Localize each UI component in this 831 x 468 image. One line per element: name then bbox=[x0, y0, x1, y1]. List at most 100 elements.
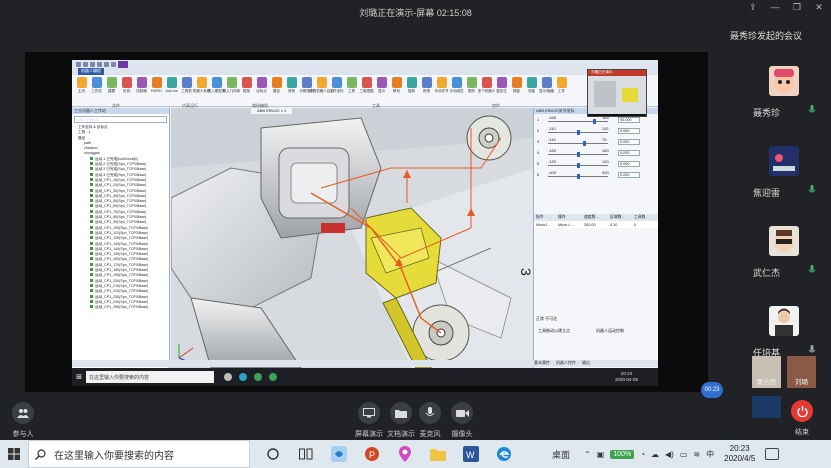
wifi-icon[interactable]: ≋ bbox=[693, 450, 700, 459]
ribbon-button[interactable]: 工件 bbox=[555, 77, 568, 94]
ribbon-button[interactable]: 图形 bbox=[465, 77, 478, 94]
app-icon[interactable] bbox=[254, 373, 262, 381]
volume-icon[interactable]: ◀) bbox=[665, 450, 674, 459]
maximize-icon[interactable]: ❐ bbox=[791, 2, 803, 13]
ribbon-button[interactable]: 路径 bbox=[270, 77, 283, 94]
share-document-button[interactable]: 文档演示 bbox=[387, 402, 415, 439]
qat-icon[interactable] bbox=[97, 61, 102, 67]
ribbon-button[interactable]: 查看机器人目标 bbox=[309, 77, 334, 94]
ribbon-button[interactable]: 重定位 bbox=[495, 77, 508, 94]
windows-start-icon[interactable] bbox=[0, 448, 28, 460]
ribbon-button[interactable]: 工作站 bbox=[90, 77, 103, 94]
3d-viewport[interactable]: 3 ABB IRB120 × 1 bbox=[171, 108, 533, 368]
joint-slider-handle[interactable] bbox=[592, 119, 596, 124]
joint-slider-handle[interactable] bbox=[576, 152, 580, 157]
ribbon-button[interactable]: 控制器 bbox=[135, 77, 148, 94]
ribbon-button[interactable]: 手动关节 bbox=[435, 77, 449, 94]
viewport-tab[interactable]: ABB IRB120 × 1 bbox=[251, 108, 293, 114]
ribbon-button[interactable]: 工具 bbox=[345, 77, 358, 94]
option-motion-control[interactable]: 机器人运动控制 bbox=[596, 328, 624, 334]
joint-value-input[interactable]: 0.000 bbox=[618, 172, 640, 178]
ribbon-button[interactable]: RAPID bbox=[150, 77, 163, 93]
word-icon[interactable]: W bbox=[462, 446, 479, 463]
joint-slider-track[interactable] bbox=[548, 143, 608, 144]
qat-icon[interactable] bbox=[111, 61, 116, 67]
chevron-up-icon[interactable]: ⌃ bbox=[584, 450, 591, 459]
app-icon[interactable] bbox=[269, 373, 277, 381]
share-screen-button[interactable]: 屏幕演示 bbox=[355, 402, 383, 439]
ribbon-button[interactable]: 仿真 bbox=[120, 77, 133, 94]
ribbon-button[interactable]: 手动线性 bbox=[450, 77, 464, 94]
joint-slider-handle[interactable] bbox=[576, 174, 580, 179]
ribbon-button[interactable]: 工件坐标 bbox=[330, 77, 344, 94]
battery-indicator[interactable]: 100% bbox=[610, 449, 635, 459]
minimize-icon[interactable]: — bbox=[769, 2, 781, 13]
powerpoint-icon[interactable]: P bbox=[363, 446, 380, 463]
inner-start-icon[interactable]: ⊞ bbox=[72, 373, 86, 381]
redo-icon[interactable] bbox=[90, 61, 95, 67]
ribbon-button[interactable]: 其他 bbox=[285, 77, 298, 94]
cloud-icon[interactable]: ☁ bbox=[651, 450, 659, 459]
bottom-tab[interactable]: 输出 bbox=[582, 360, 590, 367]
ribbon-button[interactable]: 目标点 bbox=[255, 77, 268, 94]
participant-card[interactable]: 聂秀珍 bbox=[730, 56, 831, 136]
ime-indicator[interactable]: 中 bbox=[706, 449, 714, 460]
camera-button[interactable]: 摄像头 bbox=[451, 402, 473, 439]
ribbon-button[interactable]: 测量 bbox=[525, 77, 538, 94]
joint-value-input[interactable]: 0.000 bbox=[618, 128, 640, 134]
tab-robot-programming[interactable]: 机器人编程 bbox=[78, 68, 104, 75]
joint-slider-handle[interactable] bbox=[576, 130, 580, 135]
edge-icon[interactable] bbox=[495, 446, 512, 463]
mini-participant[interactable] bbox=[752, 396, 781, 418]
microphone-button[interactable]: 麦克风 bbox=[419, 402, 441, 439]
bottom-tab[interactable]: 机器人控件 bbox=[556, 360, 576, 367]
meeting-app-icon[interactable] bbox=[330, 446, 347, 463]
joint-slider-handle[interactable] bbox=[583, 141, 587, 146]
joint-slider-handle[interactable] bbox=[576, 163, 580, 168]
task-view-icon[interactable] bbox=[224, 373, 232, 381]
bottom-tab[interactable]: 基本属性 bbox=[534, 360, 550, 367]
mini-participant[interactable]: 刘璐 bbox=[787, 356, 816, 388]
notification-icon[interactable] bbox=[765, 448, 780, 460]
chat-icon[interactable]: ▭ bbox=[680, 450, 688, 459]
mini-participant[interactable]: 蒙合茜 bbox=[752, 356, 781, 388]
joint-slider-track[interactable] bbox=[548, 121, 608, 122]
participant-card[interactable]: 武仁杰 bbox=[730, 216, 831, 296]
qat-icon[interactable] bbox=[104, 61, 109, 67]
close-icon[interactable]: ✕ bbox=[813, 2, 825, 13]
instruction-table-row[interactable]: MoveJ... Move-L... 200.00 0.10 0 bbox=[534, 221, 658, 228]
ribbon-button[interactable]: 显示/隐藏 bbox=[539, 77, 554, 94]
maps-icon[interactable] bbox=[396, 446, 413, 463]
option-drag-tool[interactable]: 工具拖动以建立点 bbox=[538, 328, 570, 334]
network-icon[interactable]: ◔ bbox=[640, 450, 645, 459]
joint-value-input[interactable]: 0.000 bbox=[618, 150, 640, 156]
task-view-icon[interactable] bbox=[297, 446, 314, 463]
undo-icon[interactable] bbox=[83, 61, 88, 67]
participants-button[interactable]: 参与人 bbox=[12, 402, 34, 439]
ribbon-button[interactable]: 多个机器人 bbox=[478, 77, 495, 94]
ribbon-button[interactable]: 导入模型库 bbox=[208, 77, 225, 94]
joint-value-input[interactable]: 0.000 bbox=[618, 161, 640, 167]
ribbon-button[interactable]: 建模 bbox=[105, 77, 118, 94]
ribbon-button[interactable]: 拖曳 bbox=[420, 77, 433, 94]
ribbon-button[interactable]: 导入几何体 bbox=[223, 77, 240, 94]
tree-item[interactable]: 运动_CP1_250(Spo_TCP0\Base) bbox=[72, 305, 169, 310]
joint-value-input[interactable]: 0.000 bbox=[618, 139, 640, 145]
share-timer-badge[interactable]: 00:23 bbox=[701, 382, 723, 398]
ribbon-button[interactable]: Add-Ins bbox=[165, 77, 178, 93]
ribbon-button[interactable]: 捕捉 bbox=[510, 77, 523, 94]
presenter-preview[interactable]: 刘璐正在演示 bbox=[587, 69, 647, 117]
ribbon-button[interactable]: 三维视图 bbox=[360, 77, 374, 94]
participant-card[interactable]: 焦迎雷 bbox=[730, 136, 831, 216]
ribbon-button[interactable]: 移动 bbox=[390, 77, 403, 94]
ribbon-button[interactable]: 机器人系统 bbox=[193, 77, 210, 94]
robot-select[interactable]: ABB IRB120 bbox=[74, 116, 167, 123]
pin-icon[interactable]: ⇪ bbox=[747, 2, 759, 13]
ribbon-button[interactable]: 工具机 bbox=[180, 77, 193, 94]
taskbar-search-box[interactable]: 在这里输入你要搜索的内容 bbox=[28, 440, 250, 468]
ribbon-button[interactable]: 显示 bbox=[375, 77, 388, 94]
desktop-toolbar[interactable]: 桌面 bbox=[552, 448, 570, 461]
cortana-icon[interactable] bbox=[264, 446, 281, 463]
folder-icon[interactable] bbox=[429, 446, 446, 463]
app-icon[interactable] bbox=[239, 373, 247, 381]
